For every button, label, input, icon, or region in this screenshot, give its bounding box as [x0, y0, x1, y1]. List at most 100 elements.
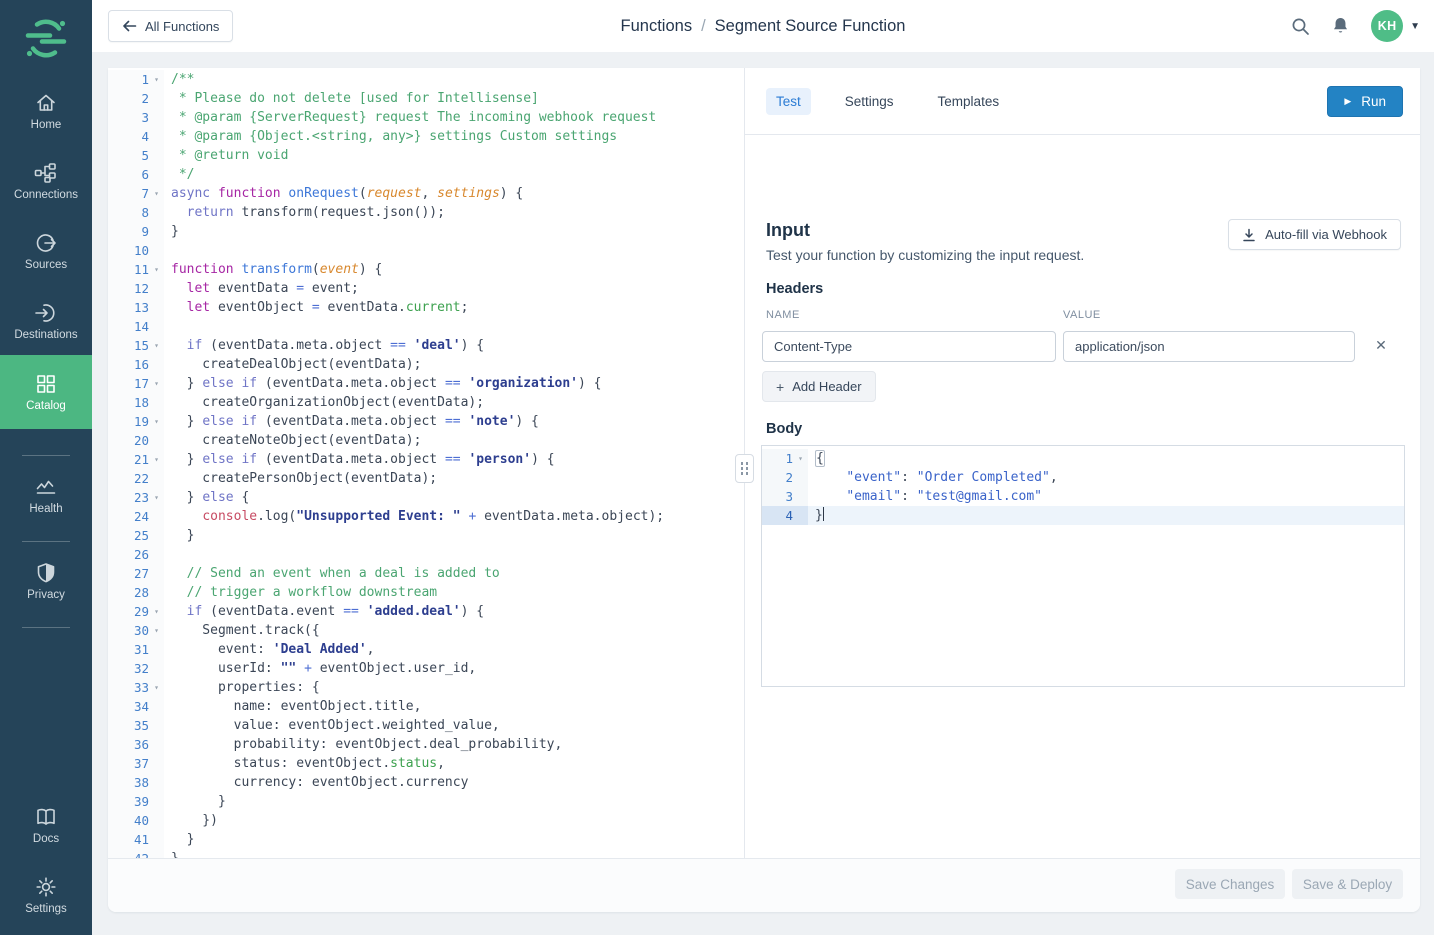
- sidebar-item-privacy[interactable]: Privacy: [0, 562, 92, 601]
- code-line[interactable]: 25 }: [108, 526, 744, 545]
- tab-settings[interactable]: Settings: [835, 88, 904, 115]
- code-line[interactable]: 39 }: [108, 792, 744, 811]
- avatar[interactable]: KH: [1371, 10, 1403, 42]
- code-line[interactable]: 29▾ if (eventData.event == 'added.deal')…: [108, 602, 744, 621]
- line-number: 42: [134, 849, 149, 858]
- breadcrumb: Functions / Segment Source Function: [92, 0, 1434, 52]
- line-gutter: 29▾: [108, 602, 164, 621]
- sidebar-item-sources[interactable]: Sources: [0, 232, 92, 271]
- code-line[interactable]: 31 event: 'Deal Added',: [108, 640, 744, 659]
- code-line[interactable]: 2 * Please do not delete [used for Intel…: [108, 89, 744, 108]
- code-line[interactable]: 19▾ } else if (eventData.meta.object == …: [108, 412, 744, 431]
- save-changes-button[interactable]: Save Changes: [1175, 869, 1285, 899]
- code-line[interactable]: 32 userId: "" + eventObject.user_id,: [108, 659, 744, 678]
- code-line[interactable]: 24 console.log("Unsupported Event: " + e…: [108, 507, 744, 526]
- add-header-button[interactable]: + Add Header: [762, 371, 876, 402]
- save-deploy-button[interactable]: Save & Deploy: [1292, 869, 1403, 899]
- code-line[interactable]: 10: [108, 241, 744, 260]
- sidebar-item-connections[interactable]: Connections: [0, 162, 92, 201]
- code-line[interactable]: 37 status: eventObject.status,: [108, 754, 744, 773]
- code-line[interactable]: 42}: [108, 849, 744, 858]
- line-number: 38: [134, 773, 149, 792]
- code-line[interactable]: 9}: [108, 222, 744, 241]
- run-button[interactable]: ▶ Run: [1327, 86, 1403, 117]
- search-icon[interactable]: [1291, 17, 1310, 36]
- code-line[interactable]: 41 }: [108, 830, 744, 849]
- fold-arrow-icon[interactable]: ▾: [149, 70, 164, 89]
- line-gutter: 32: [108, 659, 164, 678]
- code-line[interactable]: 33▾ properties: {: [108, 678, 744, 697]
- code-line[interactable]: 40 }): [108, 811, 744, 830]
- tab-templates[interactable]: Templates: [928, 88, 1010, 115]
- code-line[interactable]: 21▾ } else if (eventData.meta.object == …: [108, 450, 744, 469]
- line-gutter: 2: [108, 89, 164, 108]
- sidebar-item-label: Destinations: [14, 329, 77, 341]
- notifications-bell-icon[interactable]: [1332, 17, 1349, 36]
- fold-arrow-icon[interactable]: ▾: [149, 374, 164, 393]
- sidebar-item-destinations[interactable]: Destinations: [0, 302, 92, 341]
- code-line[interactable]: 4 * @param {Object.<string, any>} settin…: [108, 127, 744, 146]
- code-line[interactable]: 5 * @return void: [108, 146, 744, 165]
- line-number: 4: [785, 506, 793, 525]
- remove-header-button[interactable]: ✕: [1371, 335, 1391, 355]
- panel-resize-handle[interactable]: [735, 454, 754, 483]
- fold-arrow-icon[interactable]: ▾: [149, 678, 164, 697]
- code-line[interactable]: 20 createNoteObject(eventData);: [108, 431, 744, 450]
- code-line[interactable]: 22 createPersonObject(eventData);: [108, 469, 744, 488]
- fold-arrow-icon[interactable]: ▾: [149, 412, 164, 431]
- sidebar-item-health[interactable]: Health: [0, 476, 92, 515]
- code-line[interactable]: 36 probability: eventObject.deal_probabi…: [108, 735, 744, 754]
- code-line[interactable]: 27 // Send an event when a deal is added…: [108, 564, 744, 583]
- code-line[interactable]: 17▾ } else if (eventData.meta.object == …: [108, 374, 744, 393]
- fold-arrow-icon[interactable]: ▾: [149, 602, 164, 621]
- sidebar-item-home[interactable]: Home: [0, 92, 92, 131]
- code-line[interactable]: 15▾ if (eventData.meta.object == 'deal')…: [108, 336, 744, 355]
- code-line[interactable]: 26: [108, 545, 744, 564]
- code-line[interactable]: 13 let eventObject = eventData.current;: [108, 298, 744, 317]
- body-json-editor[interactable]: 1▾{2 "event": "Order Completed",3 "email…: [761, 445, 1405, 687]
- fold-arrow-icon[interactable]: ▾: [149, 184, 164, 203]
- code-line[interactable]: 3 "email": "test@gmail.com": [762, 487, 1404, 506]
- code-line[interactable]: 8 return transform(request.json());: [108, 203, 744, 222]
- breadcrumb-parent[interactable]: Functions: [621, 17, 693, 36]
- sidebar-item-catalog[interactable]: Catalog: [0, 355, 92, 429]
- code-line[interactable]: 14: [108, 317, 744, 336]
- code-line-content: * @param {ServerRequest} request The inc…: [164, 108, 656, 127]
- header-name-input[interactable]: [762, 331, 1056, 362]
- header-value-input[interactable]: [1063, 331, 1355, 362]
- code-line[interactable]: 35 value: eventObject.weighted_value,: [108, 716, 744, 735]
- fold-arrow-icon[interactable]: ▾: [793, 449, 808, 468]
- sidebar-item-settings[interactable]: Settings: [0, 876, 92, 915]
- code-editor[interactable]: 1▾/**2 * Please do not delete [used for …: [108, 68, 744, 858]
- user-menu[interactable]: KH ▼: [1371, 10, 1420, 42]
- fold-arrow-icon[interactable]: ▾: [149, 260, 164, 279]
- code-line[interactable]: 16 createDealObject(eventData);: [108, 355, 744, 374]
- code-line[interactable]: 1▾{: [762, 449, 1404, 468]
- tab-test[interactable]: Test: [766, 88, 811, 115]
- line-gutter: 6: [108, 165, 164, 184]
- fold-arrow-icon[interactable]: ▾: [149, 488, 164, 507]
- code-line[interactable]: 28 // trigger a workflow downstream: [108, 583, 744, 602]
- segment-logo-icon[interactable]: [0, 0, 92, 76]
- code-line[interactable]: 34 name: eventObject.title,: [108, 697, 744, 716]
- fold-arrow-icon[interactable]: ▾: [149, 450, 164, 469]
- fold-arrow-icon[interactable]: ▾: [149, 336, 164, 355]
- code-line[interactable]: 7▾async function onRequest(request, sett…: [108, 184, 744, 203]
- line-gutter: 1▾: [762, 449, 808, 468]
- code-line-content: }: [164, 792, 226, 811]
- code-line[interactable]: 18 createOrganizationObject(eventData);: [108, 393, 744, 412]
- code-line[interactable]: 30▾ Segment.track({: [108, 621, 744, 640]
- code-line[interactable]: 4}: [762, 506, 1404, 525]
- code-line[interactable]: 3 * @param {ServerRequest} request The i…: [108, 108, 744, 127]
- code-line[interactable]: 38 currency: eventObject.currency: [108, 773, 744, 792]
- fold-arrow-icon[interactable]: ▾: [149, 621, 164, 640]
- line-number: 20: [134, 431, 149, 450]
- code-line[interactable]: 6 */: [108, 165, 744, 184]
- code-line[interactable]: 11▾function transform(event) {: [108, 260, 744, 279]
- code-line[interactable]: 23▾ } else {: [108, 488, 744, 507]
- code-line[interactable]: 12 let eventData = event;: [108, 279, 744, 298]
- code-line[interactable]: 2 "event": "Order Completed",: [762, 468, 1404, 487]
- autofill-webhook-button[interactable]: Auto-fill via Webhook: [1228, 219, 1401, 250]
- code-line[interactable]: 1▾/**: [108, 70, 744, 89]
- sidebar-item-docs[interactable]: Docs: [0, 806, 92, 845]
